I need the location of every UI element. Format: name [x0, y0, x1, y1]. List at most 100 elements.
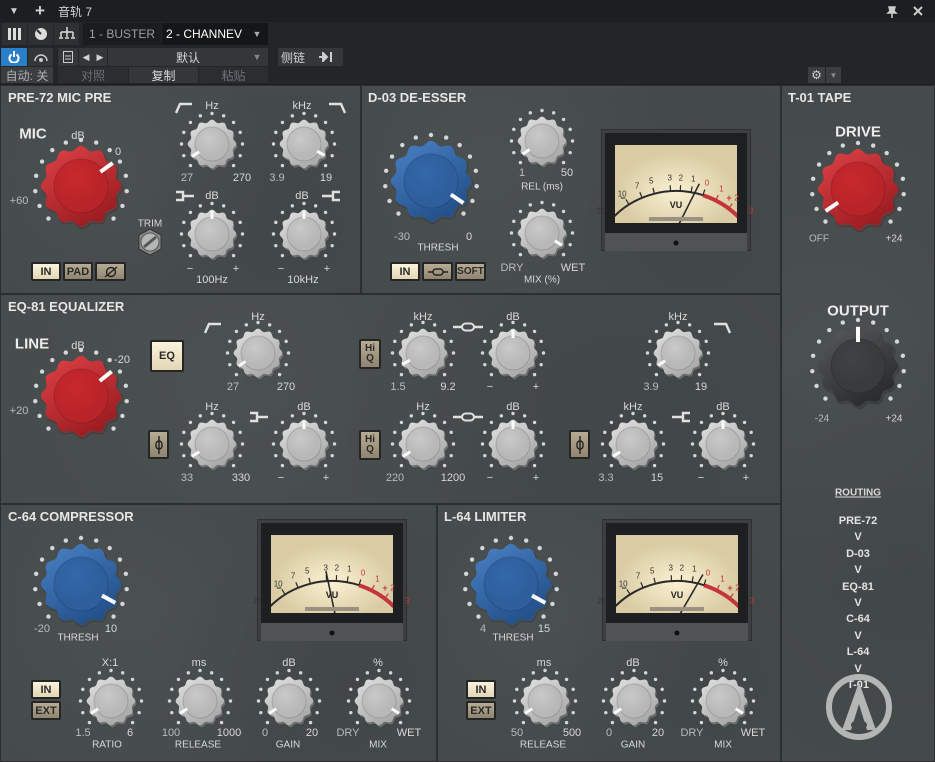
compare-button[interactable]: 对照	[58, 67, 128, 83]
output-knob[interactable]	[808, 316, 908, 421]
meter-scale-label: 3	[749, 596, 755, 606]
prev-preset-icon[interactable]: ◀	[79, 48, 93, 66]
ext-button[interactable]: EXT	[466, 701, 496, 720]
meter-scale-label: 2	[734, 193, 739, 203]
low-minus: −	[186, 263, 194, 275]
mic-gain-knob[interactable]	[31, 136, 131, 241]
routing-icon[interactable]	[54, 23, 79, 45]
meter-scale-label: 3	[748, 206, 754, 216]
preset-list-icon[interactable]	[58, 48, 78, 66]
mixer-icon[interactable]	[2, 23, 27, 45]
gain-min: 0	[261, 727, 269, 739]
mix-min: DRY	[500, 262, 524, 274]
eq-button[interactable]: EQ	[150, 340, 184, 372]
mix-label: MIX	[369, 739, 387, 751]
pad-button[interactable]: PAD	[63, 262, 93, 281]
thresh-min: -20	[34, 623, 50, 635]
routing-arrow: V	[854, 629, 862, 642]
mix-label: MIX	[714, 739, 732, 751]
meter-scale-label: 3	[668, 563, 673, 573]
in-button[interactable]: IN	[466, 680, 496, 699]
preset-dropdown-icon[interactable]: ▼	[250, 50, 264, 64]
high-shape-button[interactable]	[569, 430, 590, 459]
hpf-max: 270	[232, 172, 252, 184]
brand-logo	[826, 674, 892, 740]
lpf-min: 3.9	[643, 381, 659, 393]
trim-screw[interactable]	[136, 228, 164, 256]
meter-scale-label: 0	[705, 568, 711, 578]
routing-item: L-64	[846, 646, 870, 659]
link-button[interactable]	[422, 262, 453, 281]
line-gain-knob[interactable]	[31, 346, 131, 451]
high-gain-knob[interactable]	[271, 201, 337, 272]
automation-icon[interactable]	[28, 48, 53, 66]
release-max: 500	[562, 727, 582, 739]
thresh-label: THRESH	[417, 242, 459, 254]
copy-button[interactable]: 复制	[129, 67, 198, 83]
mix-min: DRY	[680, 727, 704, 739]
lmf-hiq-button[interactable]: Hi Q	[359, 430, 381, 460]
sidechain-input-icon[interactable]	[308, 48, 343, 66]
hpf-min: 27	[226, 381, 240, 393]
tab-channev[interactable]: 2 - CHANNEV	[162, 23, 246, 45]
power-button[interactable]	[1, 48, 27, 66]
deesser-thresh-knob[interactable]	[381, 131, 481, 236]
output-min: -24	[814, 413, 830, 425]
pin-icon[interactable]	[885, 5, 899, 19]
lpf-max: 19	[319, 172, 333, 184]
hmf-gain-plus: +	[532, 381, 540, 393]
tab-buster[interactable]: 1 - BUSTER	[83, 23, 161, 45]
preset-select[interactable]: 默认	[108, 48, 268, 66]
meter-scale-label: 2	[390, 583, 395, 593]
in-button[interactable]: IN	[390, 262, 420, 281]
drive-label: DRIVE	[835, 123, 881, 141]
release-label: RELEASE	[174, 739, 222, 751]
settings-dropdown-icon[interactable]: ▼	[826, 67, 841, 83]
hmf-hiq-button[interactable]: Hi Q	[359, 339, 381, 369]
ratio-min: 1.5	[75, 727, 91, 739]
paste-button[interactable]: 粘贴	[199, 67, 268, 83]
gain-max: 20	[651, 727, 665, 739]
meter-scale-label: 1	[692, 564, 697, 574]
settings-gear-icon[interactable]: ⚙	[808, 67, 825, 83]
phase-icon	[104, 265, 117, 278]
low-shape-button[interactable]	[148, 430, 169, 459]
ext-button[interactable]: EXT	[31, 701, 61, 720]
t01-section: T-01 TAPE DRIVE OFF +24 OUTPUT -24 +24 R…	[781, 85, 935, 762]
mix-knob[interactable]	[509, 200, 575, 271]
meter-scale-label: 2	[678, 173, 684, 183]
track-title: 音轨 7	[58, 4, 93, 19]
add-icon[interactable]: +	[32, 1, 48, 20]
close-icon[interactable]	[912, 5, 924, 17]
mix-max: WET	[560, 262, 586, 274]
lmf-gain-minus: −	[486, 472, 494, 484]
bell-icon	[427, 267, 448, 276]
meter-scale-label: 1	[691, 174, 696, 184]
collapse-icon[interactable]: ▼	[6, 3, 22, 19]
mix-max: WET	[740, 727, 766, 739]
low-gain-plus: +	[322, 472, 330, 484]
knob-icon[interactable]	[28, 23, 53, 45]
sidechain-button[interactable]: 侧链	[278, 48, 308, 66]
meter-scale-label: 5	[650, 566, 655, 576]
tab-dropdown-icon[interactable]: ▼	[246, 23, 268, 45]
in-button[interactable]: IN	[31, 262, 61, 281]
mix-max: WET	[396, 727, 422, 739]
auto-off-button[interactable]: 自动: 关	[1, 67, 53, 83]
soft-button[interactable]: SOFT	[455, 262, 486, 281]
drive-knob[interactable]	[808, 139, 908, 244]
next-preset-icon[interactable]: ▶	[93, 48, 107, 66]
hmf-max: 9.2	[440, 381, 456, 393]
routing-list: PRE-72VD-03VEQ-81VC-64VL-64VT-01	[782, 513, 934, 693]
phase-invert-button[interactable]	[95, 262, 126, 281]
meter-scale-label: 0	[704, 178, 710, 188]
release-min: 50	[510, 727, 524, 739]
meter-plus: +	[726, 193, 732, 203]
in-button[interactable]: IN	[31, 680, 61, 699]
low-gain-minus: −	[277, 472, 285, 484]
release-min: 100	[161, 727, 181, 739]
eq81-section: EQ-81 EQUALIZER LINE dB -20 +20 EQ Hz 27…	[0, 294, 781, 504]
meter-scale-label: 3	[404, 596, 410, 606]
low-gain-knob[interactable]	[179, 201, 245, 272]
tab-bar: 1 - BUSTER 2 - CHANNEV ▼	[0, 22, 935, 46]
